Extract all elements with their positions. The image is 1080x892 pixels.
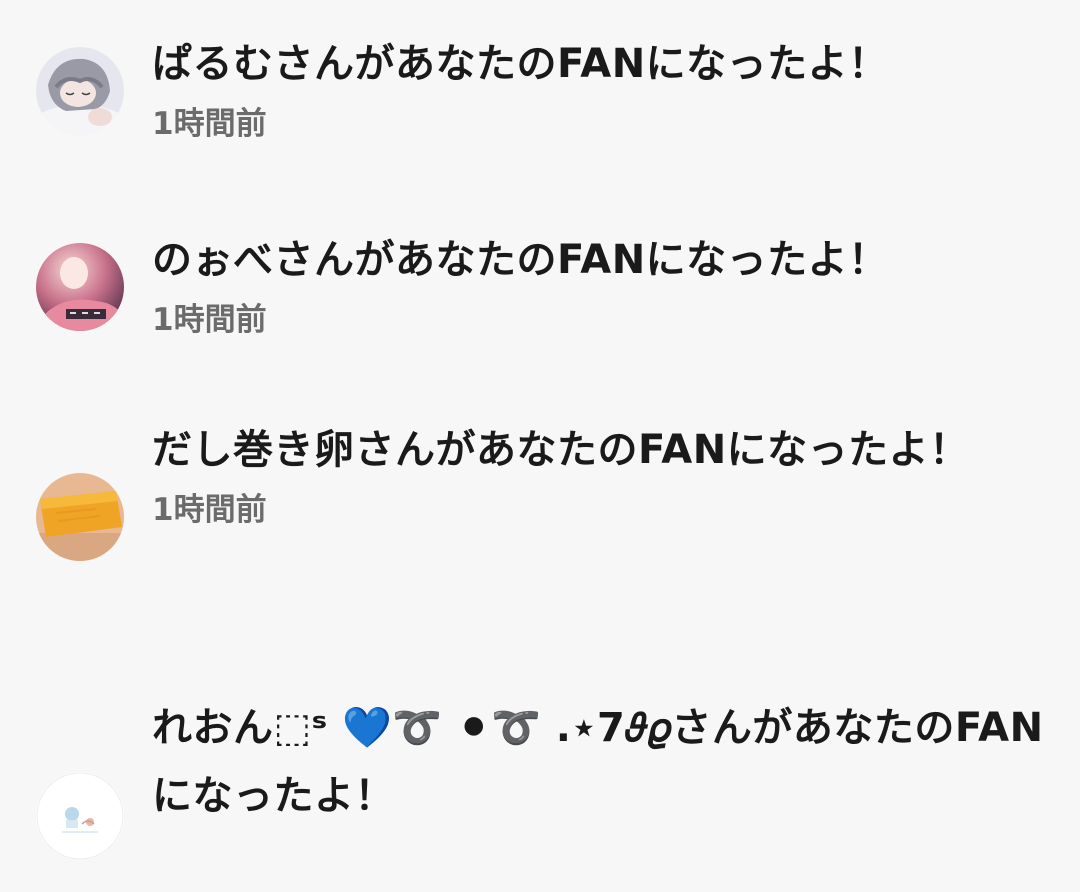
notification-message: だし巻き卵さんがあなたのFANになったよ！ [152, 427, 970, 473]
notification-text: だし巻き卵さんがあなたのFANになったよ！ 1時間前 [152, 416, 1052, 530]
user-avatar[interactable] [36, 473, 124, 561]
notification-item[interactable]: だし巻き卵さんがあなたのFANになったよ！ 1時間前 [0, 416, 1080, 616]
notification-message: のぉべさんがあなたのFANになったよ！ [152, 237, 889, 283]
sleeping-anime-girl-avatar-icon [36, 47, 124, 135]
notification-text: のぉべさんがあなたのFANになったよ！ 1時間前 [152, 226, 1052, 340]
notification-item[interactable]: ぱるむさんがあなたのFANになったよ！ 1時間前 [0, 30, 1080, 170]
notification-time: 1時間前 [152, 302, 267, 338]
notification-message: ぱるむさんがあなたのFANになったよ！ [152, 41, 889, 87]
fan-notification-list: ぱるむさんがあなたのFANになったよ！ 1時間前 のぉべさんがあなたのFANにな… [0, 0, 1080, 892]
glowing-person-avatar-icon [36, 243, 124, 331]
notification-text: れおん⬚ˢ 💙➰ ⚫➰ .⋆7𝜗𝜚さんがあなたのFANになったよ！ [152, 694, 1052, 830]
notification-item[interactable]: れおん⬚ˢ 💙➰ ⚫➰ .⋆7𝜗𝜚さんがあなたのFANになったよ！ [0, 694, 1080, 892]
user-avatar[interactable] [36, 772, 124, 860]
rolled-omelette-avatar-icon [36, 473, 124, 561]
small-doodle-avatar-icon [36, 772, 124, 860]
notification-time: 1時間前 [152, 106, 267, 142]
user-avatar[interactable] [36, 47, 124, 135]
notification-message: れおん⬚ˢ 💙➰ ⚫➰ .⋆7𝜗𝜚さんがあなたのFANになったよ！ [152, 705, 1044, 819]
user-avatar[interactable] [36, 243, 124, 331]
notification-text: ぱるむさんがあなたのFANになったよ！ 1時間前 [152, 30, 1052, 144]
notification-time: 1時間前 [152, 492, 267, 528]
notification-item[interactable]: のぉべさんがあなたのFANになったよ！ 1時間前 [0, 226, 1080, 366]
